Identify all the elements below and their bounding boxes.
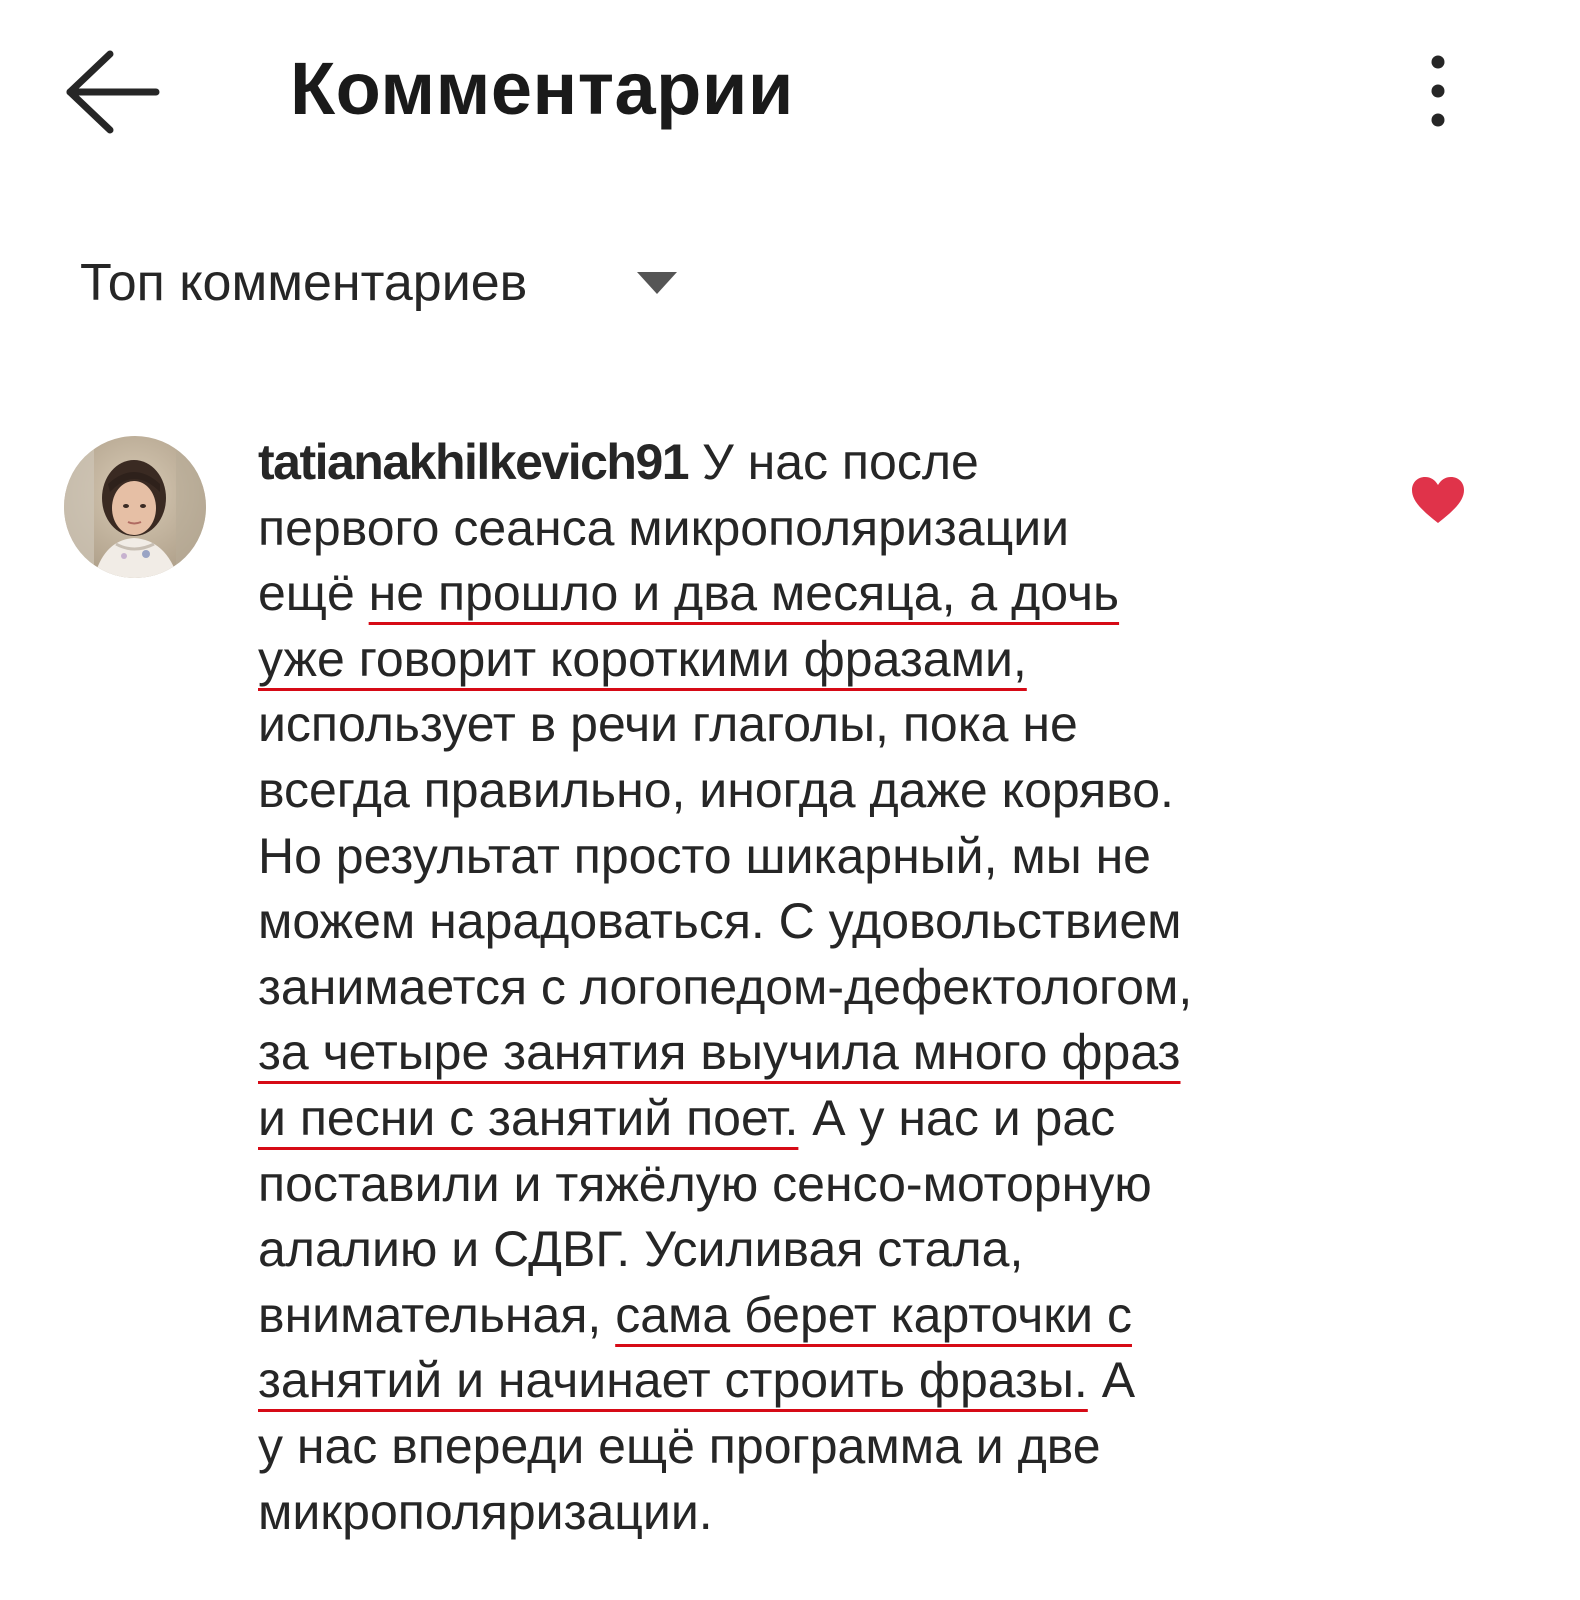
caret-down-icon <box>637 272 678 294</box>
comment-line: поставили и тяжёлую сенсо-моторную <box>258 1152 1358 1218</box>
comment-text-segment: можем нарадоваться. С удовольствием <box>258 893 1182 950</box>
comment-text: tatianakhilkevich91 У нас после первого … <box>258 430 1358 1545</box>
arrow-left-icon <box>66 50 160 134</box>
comment-line: можем нарадоваться. С удовольствием <box>258 889 1358 955</box>
comment-line: за четыре занятия выучила много фраз <box>258 1020 1358 1086</box>
heart-icon <box>1412 477 1464 523</box>
comment-text-segment: первого сеанса микрополяризации <box>258 499 1070 556</box>
comment-line: алалию и СДВГ. Усиливая стала, <box>258 1217 1358 1283</box>
underlined-text-segment: и песни с занятий поет. <box>258 1089 799 1146</box>
comment-text-segment: А у нас и рас <box>798 1089 1116 1146</box>
like-button[interactable] <box>1410 476 1466 526</box>
comment-line: занимается с логопедом-дефектологом, <box>258 955 1358 1021</box>
more-vertical-icon <box>1431 55 1445 127</box>
comment-line: занятий и начинает строить фразы. А <box>258 1348 1358 1414</box>
back-button[interactable] <box>58 48 168 140</box>
comment-line: внимательная, сама берет карточки с <box>258 1283 1358 1349</box>
underlined-text-segment: за четыре занятия выучила много фраз <box>258 1024 1181 1081</box>
comment-sort-dropdown[interactable]: Топ комментариев <box>80 248 679 318</box>
underlined-text-segment: сама берет карточки с <box>615 1286 1132 1343</box>
page-title: Комментарии <box>290 47 794 130</box>
comment-text-segment: у нас впереди ещё программа и две <box>258 1417 1101 1474</box>
comment-line: и песни с занятий поет. А у нас и рас <box>258 1086 1358 1152</box>
comment-text-segment: алалию и СДВГ. Усиливая стала, <box>258 1221 1024 1278</box>
comment-text-segment: занимается с логопедом-дефектологом, <box>258 958 1193 1015</box>
top-bar: Комментарии <box>0 0 1580 190</box>
more-options-button[interactable] <box>1418 54 1458 130</box>
comment-text-segment: У нас после <box>688 434 979 490</box>
avatar-photo <box>64 436 206 578</box>
comment-line: Но результат просто шикарный, мы не <box>258 824 1358 890</box>
comment-text-segment: микрополяризации. <box>258 1483 713 1540</box>
underlined-text-segment: занятий и начинает строить фразы. <box>258 1352 1088 1409</box>
comment-line: микрополяризации. <box>258 1480 1358 1546</box>
comment-text-segment: Но результат просто шикарный, мы не <box>258 827 1151 884</box>
comment-line: ещё не прошло и два месяца, а дочь <box>258 561 1358 627</box>
avatar[interactable] <box>64 436 206 578</box>
comment-username[interactable]: tatianakhilkevich91 <box>258 434 690 490</box>
comment-text-segment: использует в речи глаголы, пока не <box>258 696 1078 753</box>
underlined-text-segment: не прошло и два месяца, а дочь <box>368 565 1120 622</box>
comment-text-segment: внимательная, <box>258 1286 616 1343</box>
comment-text-segment: ещё <box>258 565 369 622</box>
sort-label: Топ комментариев <box>80 254 528 312</box>
comment-line: tatianakhilkevich91 У нас после <box>258 430 1358 496</box>
comment-line: у нас впереди ещё программа и две <box>258 1414 1358 1480</box>
comment-text-segment: всегда правильно, иногда даже коряво. <box>258 761 1174 818</box>
comment-line: использует в речи глаголы, пока не <box>258 692 1358 758</box>
underlined-text-segment: уже говорит короткими фразами, <box>258 630 1027 687</box>
comment-line: всегда правильно, иногда даже коряво. <box>258 758 1358 824</box>
comment-line: уже говорит короткими фразами, <box>258 627 1358 693</box>
comment-line: первого сеанса микрополяризации <box>258 496 1358 562</box>
comment-text-segment: поставили и тяжёлую сенсо-моторную <box>258 1155 1152 1212</box>
comment-text-segment: А <box>1087 1352 1136 1409</box>
